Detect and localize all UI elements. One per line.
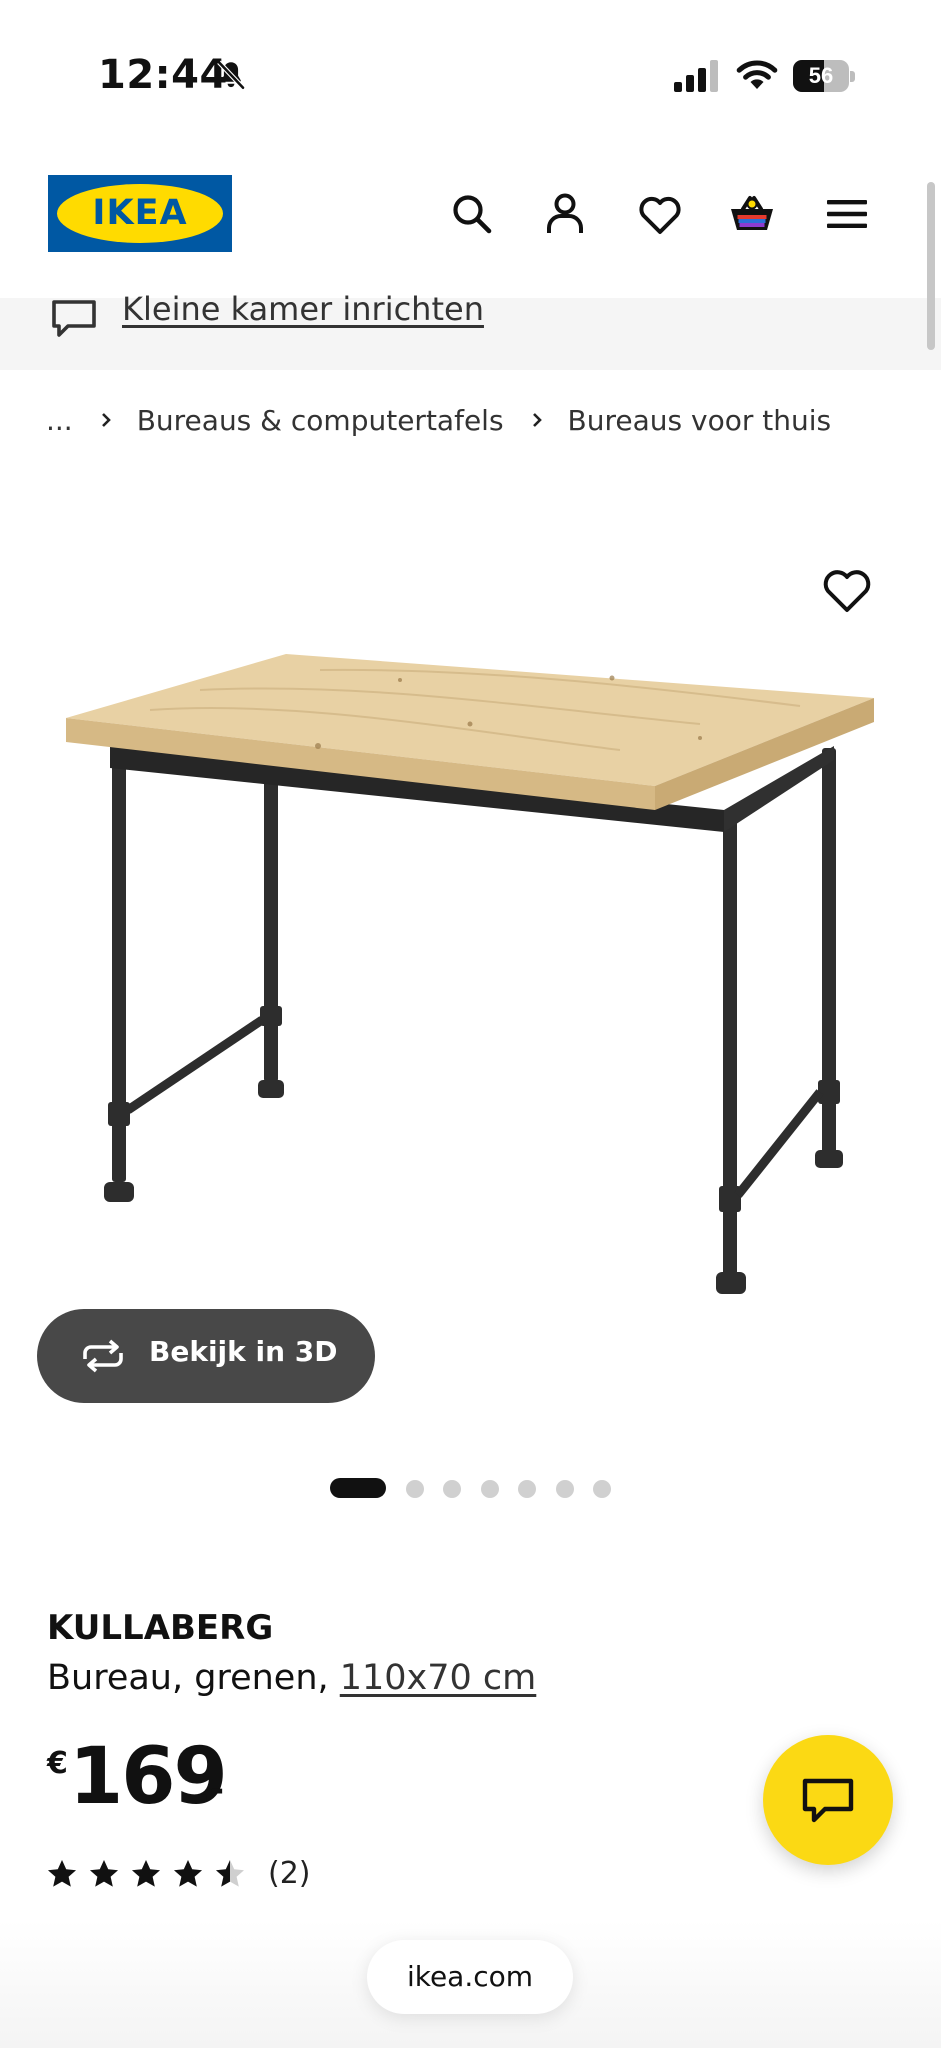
battery-icon: 56: [793, 60, 855, 92]
rotate-3d-icon: [83, 1339, 123, 1373]
star-full-icon: [174, 1860, 202, 1887]
star-half-icon: [216, 1860, 244, 1887]
view-in-3d-label: Bekijk in 3D: [149, 1335, 338, 1368]
site-header: IKEA: [0, 150, 941, 298]
bell-slash-icon: [217, 60, 245, 90]
promo-link[interactable]: Kleine kamer inrichten: [122, 290, 484, 328]
cellular-signal-icon: [674, 60, 718, 92]
shopping-bag-icon[interactable]: [728, 190, 776, 238]
logo-text: IKEA: [92, 193, 188, 233]
price-decimal: .-: [197, 1770, 225, 1810]
menu-icon[interactable]: [823, 190, 871, 238]
browser-url-bar[interactable]: ikea.com: [367, 1940, 573, 2014]
carousel-dot[interactable]: [480, 1480, 499, 1498]
battery-percent: 56: [808, 63, 834, 88]
chevron-right-icon: [101, 413, 111, 427]
breadcrumb-ellipsis[interactable]: ...: [46, 404, 73, 437]
promo-bar: Kleine kamer inrichten: [0, 290, 941, 370]
carousel-dot[interactable]: [555, 1480, 574, 1498]
carousel-dot[interactable]: [518, 1480, 536, 1498]
search-icon[interactable]: [448, 190, 496, 238]
price-currency: €: [47, 1746, 68, 1781]
heart-icon[interactable]: [636, 190, 684, 238]
carousel-dot-active[interactable]: [330, 1478, 386, 1498]
product-size-link[interactable]: 110x70 cm: [340, 1658, 537, 1698]
favorite-heart-icon[interactable]: [820, 565, 874, 615]
speech-bubble-icon: [52, 300, 96, 337]
star-full-icon: [48, 1860, 76, 1887]
page-scrollbar[interactable]: [927, 182, 935, 350]
status-bar: 12:44 56: [0, 0, 941, 150]
breadcrumb: ... Bureaus & computertafels Bureaus voo…: [46, 400, 831, 440]
star-full-icon: [90, 1860, 118, 1887]
account-icon[interactable]: [541, 190, 589, 238]
chat-icon: [802, 1778, 854, 1823]
product-name: KULLABERG: [47, 1608, 274, 1648]
product-description-text: Bureau, grenen,: [47, 1658, 340, 1698]
breadcrumb-item-bureaus-voor-thuis[interactable]: Bureaus voor thuis: [568, 404, 832, 437]
product-description: Bureau, grenen, 110x70 cm: [47, 1658, 536, 1698]
review-count[interactable]: (2): [268, 1856, 311, 1891]
wifi-icon: [736, 60, 778, 89]
carousel-dot[interactable]: [443, 1480, 461, 1498]
status-time: 12:44: [98, 52, 228, 98]
chevron-right-icon: [532, 413, 542, 427]
carousel-dot[interactable]: [405, 1480, 424, 1498]
view-in-3d-button[interactable]: Bekijk in 3D: [37, 1309, 375, 1403]
product-image[interactable]: [0, 510, 941, 1410]
chat-button[interactable]: [763, 1735, 893, 1865]
ikea-logo[interactable]: IKEA: [48, 175, 232, 252]
star-full-icon: [132, 1860, 160, 1887]
breadcrumb-item-bureaus-computertafels[interactable]: Bureaus & computertafels: [137, 404, 504, 437]
carousel-dot[interactable]: [593, 1480, 611, 1498]
